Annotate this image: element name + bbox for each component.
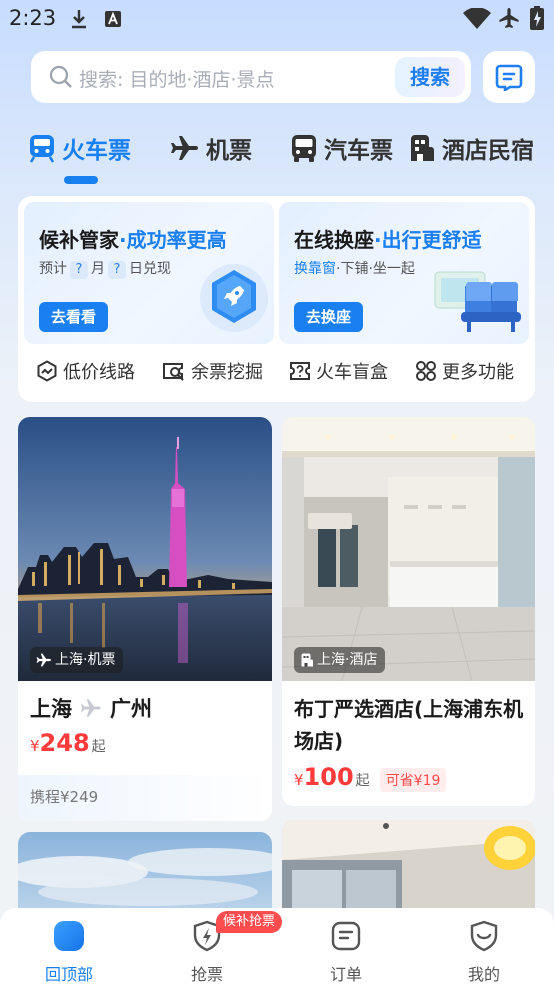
quick-links: 低价线路 余票挖掘 火车盲盒 更多功能 xyxy=(18,358,535,388)
quick-link-low-price[interactable]: 低价线路 xyxy=(36,358,135,384)
reference-price-bar: 携程¥249 xyxy=(18,775,272,821)
plane-icon xyxy=(171,136,198,160)
promo-waitlist[interactable]: 候补管家·成功率更高 预计? 月? 日兑现 去看看 xyxy=(24,202,274,344)
card-tag: 上海·酒店 xyxy=(294,647,386,673)
message-button[interactable] xyxy=(483,51,535,103)
ticket-search-icon xyxy=(163,363,184,381)
status-time: 2:23 xyxy=(9,6,57,30)
hotel-icon xyxy=(301,653,313,667)
nav-orders[interactable]: 订单 xyxy=(277,908,415,984)
hotel-icon xyxy=(411,135,434,161)
low-price-route-icon xyxy=(37,360,57,382)
promo-waitlist-button[interactable]: 去看看 xyxy=(39,302,109,332)
reference-price: 携程¥249 xyxy=(30,788,99,806)
profile-shield-icon xyxy=(470,920,498,952)
promo-seat-change[interactable]: 在线换座·出行更舒适 换靠窗·下铺·坐一起 去换座 xyxy=(279,202,529,344)
tab-train[interactable]: 火车票 xyxy=(28,128,131,168)
saving-badge: 可省¥19 xyxy=(379,768,447,792)
card-tag: 上海·机票 xyxy=(30,647,124,673)
price: ¥ 248 起 xyxy=(30,729,106,757)
tab-label: 酒店民宿 xyxy=(442,138,534,164)
hotel-deal-card[interactable]: 上海·酒店 布丁严选酒店(上海浦东机场店) ¥ 100 起 可省¥19 xyxy=(282,417,535,806)
route-title: 上海 广州 xyxy=(30,697,152,721)
hotel-title: 布丁严选酒店(上海浦东机场店) xyxy=(294,697,524,753)
search-icon xyxy=(49,65,72,88)
hotel-lobby-photo xyxy=(282,417,535,681)
nav-label: 抢票 xyxy=(190,965,223,984)
tab-flight[interactable]: 机票 xyxy=(170,128,252,168)
font-icon xyxy=(105,11,121,27)
guangzhou-tower-photo xyxy=(18,417,272,681)
nav-label: 订单 xyxy=(329,965,362,984)
search-placeholder: 搜索: 目的地·酒店·景点 xyxy=(79,69,275,91)
promo-seat-change-button[interactable]: 去换座 xyxy=(294,302,364,332)
promo-title: 在线换座·出行更舒适 xyxy=(294,228,482,252)
tab-label: 火车票 xyxy=(62,138,131,164)
message-icon xyxy=(495,64,523,91)
tab-label: 机票 xyxy=(206,138,252,164)
nav-label: 回顶部 xyxy=(44,965,93,984)
quick-link-more[interactable]: 更多功能 xyxy=(415,358,514,384)
nav-profile[interactable]: 我的 xyxy=(415,908,553,984)
quick-link-ticket-search[interactable]: 余票挖掘 xyxy=(162,358,263,384)
rocket-badge-icon xyxy=(200,264,268,332)
train-seat-icon xyxy=(434,271,521,332)
flight-deal-card[interactable]: 上海·机票 上海 广州 ¥ 248 起 携程¥249 xyxy=(18,417,272,821)
download-icon xyxy=(72,10,86,29)
order-icon xyxy=(331,921,361,951)
tab-label: 汽车票 xyxy=(324,138,393,164)
more-grid-icon xyxy=(416,361,436,381)
quick-link-mystery-box[interactable]: 火车盲盒 xyxy=(289,358,388,384)
mystery-box-icon xyxy=(290,362,310,380)
back-to-top-icon xyxy=(54,921,84,951)
search-input[interactable]: 搜索: 目的地·酒店·景点 搜索 xyxy=(31,51,471,103)
feature-card: 候补管家·成功率更高 预计? 月? 日兑现 去看看 在线换座·出行更舒适 换靠窗·下… xyxy=(18,196,535,402)
train-icon xyxy=(29,135,55,163)
promo-title: 候补管家·成功率更高 xyxy=(39,228,227,252)
nav-label: 我的 xyxy=(467,965,500,984)
tab-bus[interactable]: 汽车票 xyxy=(290,128,393,168)
battery-icon xyxy=(530,6,544,30)
category-tabs: 火车票 机票 汽车票 酒店民宿 xyxy=(0,128,554,188)
airplane-mode-icon xyxy=(499,8,519,28)
waitlist-badge: 候补抢票 xyxy=(216,911,283,933)
plane-icon xyxy=(36,653,51,667)
promo-subtitle: 换靠窗·下铺·坐一起 xyxy=(294,261,415,277)
tab-active-indicator xyxy=(64,176,98,184)
wifi-icon xyxy=(463,8,491,29)
plane-icon xyxy=(80,699,101,717)
promo-subtitle: 预计? 月? 日兑现 xyxy=(39,261,171,279)
nav-back-to-top[interactable]: 回顶部 xyxy=(0,908,138,984)
status-bar: 2:23 xyxy=(0,0,554,38)
tab-hotel[interactable]: 酒店民宿 xyxy=(408,128,534,168)
price: ¥ 100 起 可省¥19 xyxy=(294,763,447,792)
bus-icon xyxy=(292,135,316,162)
search-button[interactable]: 搜索 xyxy=(395,57,465,97)
